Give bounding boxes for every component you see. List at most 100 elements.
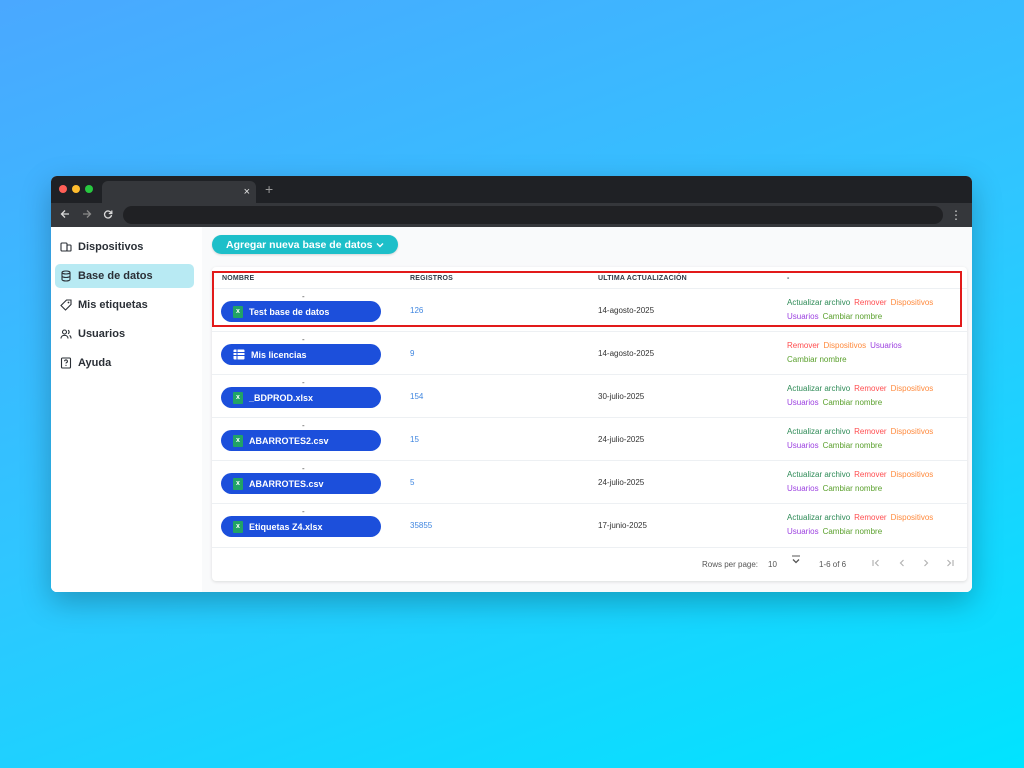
url-input[interactable] [123, 206, 943, 224]
file-name: ABARROTES2.csv [249, 435, 329, 446]
records-count-link[interactable]: 35855 [410, 521, 432, 530]
rename-link[interactable]: Cambiar nombre [787, 355, 847, 364]
row-dash: - [302, 507, 305, 516]
remove-link[interactable]: Remover [854, 384, 886, 393]
updated-date: 14-agosto-2025 [598, 349, 655, 358]
new-tab-icon[interactable]: + [265, 181, 273, 197]
header-nombre: NOMBRE [222, 275, 255, 282]
remove-link[interactable]: Remover [854, 298, 886, 307]
browser-window: × + ⋮ Dispositivos Base de datos Mis eti… [51, 176, 972, 592]
databases-table: NOMBRE REGISTROS ULTIMA ACTUALIZACIÓN - … [212, 267, 967, 581]
remove-link[interactable]: Remover [854, 470, 886, 479]
row-actions: Actualizar archivo Remover Dispositivos Us… [787, 468, 957, 496]
browser-menu-icon[interactable]: ⋮ [950, 207, 962, 223]
rename-link[interactable]: Cambiar nombre [823, 398, 883, 407]
close-window-button[interactable] [59, 185, 67, 193]
devices-link[interactable]: Dispositivos [891, 298, 934, 307]
last-page-icon[interactable] [945, 558, 955, 571]
update-file-link[interactable]: Actualizar archivo [787, 427, 850, 436]
remove-link[interactable]: Remover [854, 427, 886, 436]
browser-tab-bar: × + [51, 176, 972, 203]
devices-link[interactable]: Dispositivos [891, 470, 934, 479]
row-dash: - [302, 292, 305, 301]
row-dash: - [302, 378, 305, 387]
file-name-button[interactable]: Mis licencias [221, 344, 381, 365]
next-page-icon[interactable] [921, 558, 931, 571]
chevron-down-icon [376, 239, 384, 251]
excel-file-icon: x [233, 434, 243, 447]
records-count-link[interactable]: 15 [410, 435, 419, 444]
table-row: - x _BDPROD.xlsx 154 30-julio-2025 Actua… [212, 374, 967, 418]
devices-link[interactable]: Dispositivos [891, 427, 934, 436]
reload-icon[interactable] [103, 207, 113, 223]
users-link[interactable]: Usuarios [787, 441, 819, 450]
row-actions: Actualizar archivo Remover Dispositivos Us… [787, 425, 957, 453]
records-count-link[interactable]: 5 [410, 478, 414, 487]
users-icon [60, 328, 72, 340]
users-link[interactable]: Usuarios [870, 341, 902, 350]
header-registros: REGISTROS [410, 275, 454, 282]
devices-link[interactable]: Dispositivos [891, 513, 934, 522]
row-actions: Actualizar archivo Remover Dispositivos Us… [787, 382, 957, 410]
rename-link[interactable]: Cambiar nombre [823, 312, 883, 321]
records-count-link[interactable]: 126 [410, 306, 423, 315]
browser-tab[interactable]: × [102, 181, 256, 203]
rows-per-page-select[interactable]: 10 [768, 560, 777, 569]
row-dash: - [302, 335, 305, 344]
rename-link[interactable]: Cambiar nombre [823, 441, 883, 450]
file-name-button[interactable]: x Etiquetas Z4.xlsx [221, 516, 381, 537]
file-name: Mis licencias [251, 349, 307, 360]
update-file-link[interactable]: Actualizar archivo [787, 298, 850, 307]
sidebar-item-label: Usuarios [78, 328, 126, 340]
update-file-link[interactable]: Actualizar archivo [787, 470, 850, 479]
table-pagination: Rows per page: 10 1-6 of 6 [212, 547, 967, 581]
sidebar-item-mis-etiquetas[interactable]: Mis etiquetas [55, 293, 194, 317]
minimize-window-button[interactable] [72, 185, 80, 193]
sidebar-item-label: Mis etiquetas [78, 299, 148, 311]
rename-link[interactable]: Cambiar nombre [823, 484, 883, 493]
remove-link[interactable]: Remover [854, 513, 886, 522]
devices-icon [60, 241, 72, 253]
table-row: - x Etiquetas Z4.xlsx 35855 17-junio-202… [212, 503, 967, 547]
update-file-link[interactable]: Actualizar archivo [787, 384, 850, 393]
maximize-window-button[interactable] [85, 185, 93, 193]
table-row: - x ABARROTES2.csv 15 24-julio-2025 Actu… [212, 417, 967, 461]
users-link[interactable]: Usuarios [787, 398, 819, 407]
update-file-link[interactable]: Actualizar archivo [787, 513, 850, 522]
sidebar-item-dispositivos[interactable]: Dispositivos [55, 235, 194, 259]
updated-date: 24-julio-2025 [598, 478, 645, 487]
add-database-button[interactable]: Agregar nueva base de datos [212, 235, 399, 254]
first-page-icon[interactable] [871, 558, 881, 571]
sidebar-item-label: Ayuda [78, 357, 112, 369]
file-name-button[interactable]: x ABARROTES.csv [221, 473, 381, 494]
devices-link[interactable]: Dispositivos [891, 384, 934, 393]
file-name: _BDPROD.xlsx [249, 392, 314, 403]
records-count-link[interactable]: 9 [410, 349, 414, 358]
rows-per-page-dropdown-icon[interactable] [791, 555, 801, 567]
forward-icon[interactable] [82, 207, 92, 223]
sidebar-item-ayuda[interactable]: Ayuda [55, 351, 194, 375]
users-link[interactable]: Usuarios [787, 527, 819, 536]
users-link[interactable]: Usuarios [787, 312, 819, 321]
help-icon [60, 357, 72, 369]
tab-close-icon[interactable]: × [244, 184, 250, 200]
rename-link[interactable]: Cambiar nombre [823, 527, 883, 536]
devices-link[interactable]: Dispositivos [823, 341, 866, 350]
table-row: - x ABARROTES.csv 5 24-julio-2025 Actual… [212, 460, 967, 504]
users-link[interactable]: Usuarios [787, 484, 819, 493]
file-name: ABARROTES.csv [249, 478, 324, 489]
previous-page-icon[interactable] [897, 558, 907, 571]
sidebar-item-usuarios[interactable]: Usuarios [55, 322, 194, 346]
file-name-button[interactable]: x _BDPROD.xlsx [221, 387, 381, 408]
file-name-button[interactable]: x Test base de datos [221, 301, 381, 322]
main-panel: Agregar nueva base de datos NOMBRE REGIS… [202, 227, 972, 592]
sidebar-item-base-de-datos[interactable]: Base de datos [55, 264, 194, 288]
table-icon [233, 349, 245, 360]
remove-link[interactable]: Remover [787, 341, 819, 350]
records-count-link[interactable]: 154 [410, 392, 423, 401]
back-icon[interactable] [60, 207, 70, 223]
database-icon [60, 270, 72, 282]
file-name-button[interactable]: x ABARROTES2.csv [221, 430, 381, 451]
excel-file-icon: x [233, 477, 243, 490]
window-controls [59, 185, 93, 193]
